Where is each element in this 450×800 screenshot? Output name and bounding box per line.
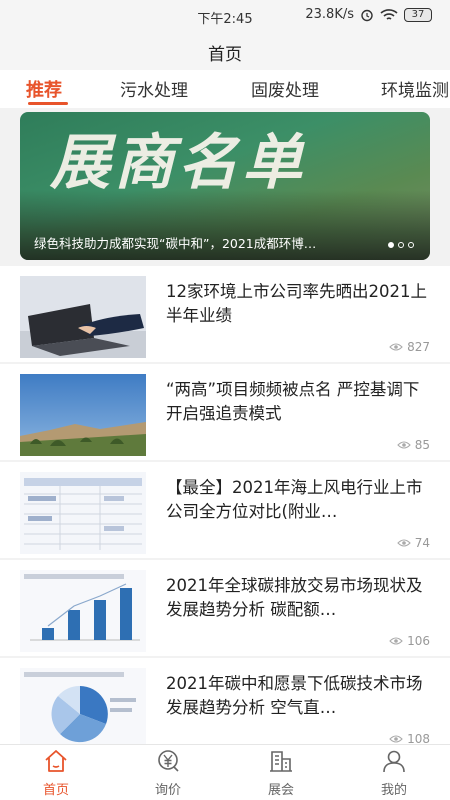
banner-headline: 展商名单 [50, 128, 306, 198]
battery-icon: 37 [404, 7, 432, 22]
nav-label: 展会 [267, 783, 294, 798]
eye-icon [396, 441, 411, 449]
building-icon [270, 751, 292, 772]
article-title: 【最全】2021年海上风电行业上市公司全方位对比(附业… [166, 478, 423, 521]
view-count: 74 [396, 536, 430, 550]
article-title: “两高”项目频频被点名 严控基调下开启强追责模式 [166, 380, 420, 423]
article-thumbnail [20, 374, 146, 456]
nav-label: 首页 [42, 783, 69, 798]
view-count: 85 [396, 438, 430, 452]
status-right: 23.8K/s 37 [305, 7, 432, 22]
tab-indicator [28, 102, 68, 105]
eye-icon [389, 637, 403, 645]
nav-exhibition[interactable]: 展会 [241, 749, 321, 798]
article-title: 2021年碳中和愿景下低碳技术市场发展趋势分析 空气直… [166, 674, 423, 717]
banner-caption: 绿色科技助力成都实现“碳中和”，2021成都环博… [34, 236, 317, 251]
title-bar: 首页 [0, 30, 450, 70]
eye-icon [396, 539, 411, 547]
article-thumbnail [20, 472, 146, 554]
carousel-dot[interactable] [408, 242, 414, 248]
view-count-value: 74 [414, 536, 430, 550]
eye-icon [389, 343, 403, 351]
status-bar: 下午2:45 23.8K/s 37 [0, 0, 450, 30]
eye-icon [389, 735, 403, 743]
carousel-dots [388, 242, 414, 248]
carousel-dot[interactable] [388, 242, 394, 248]
article-item[interactable]: 2021年全球碳排放交易市场现状及发展趋势分析 碳配额… 106 [0, 560, 450, 656]
article-thumbnail [20, 276, 146, 358]
article-title: 12家环境上市公司率先晒出2021上半年业绩 [166, 282, 427, 325]
carousel-dot[interactable] [398, 242, 404, 248]
tab-recommend[interactable]: 推荐 [26, 76, 62, 102]
article-list: 12家环境上市公司率先晒出2021上半年业绩 827 “两高”项目频频被点名 严… [0, 266, 450, 756]
bottom-nav: 首页 询价 展会 我的 [0, 744, 450, 800]
network-speed: 23.8K/s [305, 7, 354, 22]
page-title: 首页 [208, 45, 242, 65]
banner-carousel[interactable]: 展商名单 绿色科技助力成都实现“碳中和”，2021成都环博… [20, 112, 430, 260]
home-icon [45, 750, 67, 772]
yuan-icon [158, 750, 179, 772]
tab-solid-waste[interactable]: 固废处理 [251, 76, 319, 101]
article-thumbnail [20, 570, 146, 652]
tab-env-monitoring[interactable]: 环境监测 [381, 76, 449, 101]
view-count: 827 [389, 340, 430, 354]
article-item[interactable]: 【最全】2021年海上风电行业上市公司全方位对比(附业… 74 [0, 462, 450, 558]
nav-inquiry[interactable]: 询价 [128, 749, 208, 798]
article-title: 2021年全球碳排放交易市场现状及发展趋势分析 碳配额… [166, 576, 423, 619]
view-count-value: 106 [407, 634, 430, 648]
wifi-icon [380, 8, 398, 20]
nav-profile[interactable]: 我的 [354, 749, 434, 798]
article-item[interactable]: 2021年碳中和愿景下低碳技术市场发展趋势分析 空气直… 108 [0, 658, 450, 754]
article-item[interactable]: 12家环境上市公司率先晒出2021上半年业绩 827 [0, 266, 450, 362]
nav-label: 询价 [154, 783, 181, 798]
tab-wastewater[interactable]: 污水处理 [120, 76, 188, 101]
alarm-icon [361, 9, 373, 21]
nav-home[interactable]: 首页 [16, 749, 96, 798]
nav-label: 我的 [380, 783, 407, 798]
view-count-value: 85 [414, 438, 430, 452]
user-icon [383, 750, 405, 773]
view-count-value: 827 [407, 340, 430, 354]
article-thumbnail [20, 668, 146, 750]
article-item[interactable]: “两高”项目频频被点名 严控基调下开启强追责模式 85 [0, 364, 450, 460]
view-count: 106 [389, 634, 430, 648]
category-tabs: 推荐 污水处理 固废处理 环境监测 [0, 70, 450, 108]
